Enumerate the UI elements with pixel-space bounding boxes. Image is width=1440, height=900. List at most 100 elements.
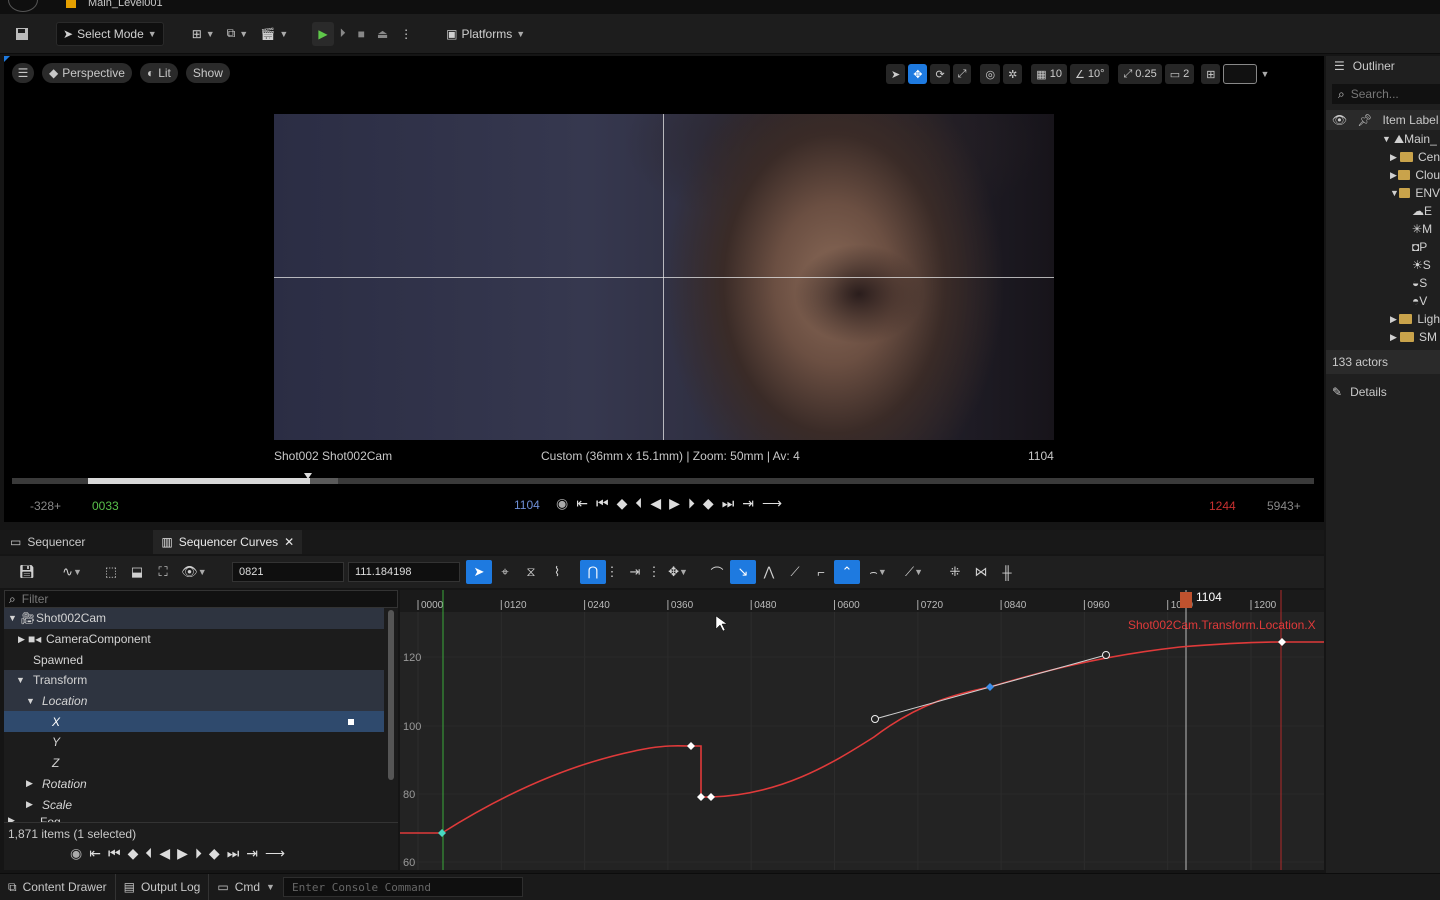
stop-button[interactable]: ■	[352, 22, 371, 46]
tangent-handle[interactable]	[1102, 651, 1110, 659]
auto-tangent-button[interactable]: ⌒	[704, 560, 730, 584]
jump-start-icon[interactable]: ⇤	[576, 495, 588, 512]
prev-key-icon[interactable]: ⏮	[596, 495, 609, 512]
user-tangent-button[interactable]: ↘	[730, 560, 756, 584]
select-mode-dropdown[interactable]: ➤ Select Mode ▼	[56, 21, 164, 46]
filter-curves-button[interactable]: ⁜	[942, 560, 968, 584]
curve-view-dropdown[interactable]: ∿ ▼	[54, 560, 90, 584]
outliner-item[interactable]: ▶ Ligh	[1326, 310, 1440, 328]
scale-tool-button[interactable]: ⤢	[952, 64, 972, 84]
tree-row-cameracomponent[interactable]: ▶ ■◂ CameraComponent	[4, 629, 384, 650]
outliner-item[interactable]: ▶ SM	[1326, 328, 1440, 346]
cinematics-button[interactable]: 🎬︎ ▼	[254, 22, 294, 46]
play-forward-icon[interactable]: ▶	[177, 845, 188, 862]
advance-frame-button[interactable]: ⏵	[334, 22, 352, 46]
playback-head[interactable]	[304, 473, 312, 479]
step-back-icon[interactable]: ⏴	[635, 495, 642, 512]
end-in-time[interactable]: 1244	[1209, 499, 1236, 513]
break-tangent-button[interactable]: ⋀	[756, 560, 782, 584]
play-forward-icon[interactable]: ▶	[669, 495, 680, 512]
snap-options-button[interactable]: ⋮	[606, 560, 619, 584]
transform-keys-button[interactable]: ⌖	[492, 560, 518, 584]
play-options-button[interactable]: ⋮	[394, 22, 418, 46]
show-button[interactable]: Show	[185, 63, 230, 83]
prev-key-diamond-icon[interactable]: ◆	[617, 495, 628, 512]
tab-sequencer-curves[interactable]: ▥ Sequencer Curves ✕	[153, 530, 303, 554]
linear-button[interactable]: ⟋	[782, 560, 808, 584]
keyframe[interactable]	[438, 829, 446, 837]
flatten-tangent-button[interactable]: ⌃	[834, 560, 860, 584]
location-x-curve[interactable]	[400, 641, 1324, 834]
record-icon[interactable]: ◉	[70, 845, 82, 862]
current-time[interactable]: 1104	[514, 498, 540, 512]
outliner-item[interactable]: ✳︎ M	[1326, 220, 1440, 238]
output-log-button[interactable]: ▤ Output Log	[116, 874, 210, 900]
tree-row-shot002cam[interactable]: ▼ 🎥︎ Shot002Cam	[4, 608, 384, 629]
scale-snap-button[interactable]: ⤢ 0.25	[1118, 64, 1162, 84]
camera-speed-button[interactable]: ▭ 2	[1164, 64, 1195, 84]
keyframe[interactable]	[1278, 638, 1286, 646]
tree-row-spawned[interactable]: Spawned	[4, 649, 384, 670]
time-snap-button[interactable]: ⇥	[622, 560, 648, 584]
jump-end-icon[interactable]: ⇥	[246, 845, 258, 862]
prev-key-icon[interactable]: ⏮	[108, 845, 121, 862]
save-curves-button[interactable]: 💾︎	[14, 560, 40, 584]
grid-snap-button[interactable]: ▦ 10	[1031, 64, 1067, 84]
perspective-button[interactable]: ◆ Perspective	[42, 63, 132, 83]
blueprint-button[interactable]: ⧉ ▼	[221, 22, 255, 46]
step-forward-icon[interactable]: ⏵	[688, 495, 695, 512]
lit-button[interactable]: ◐ Lit	[139, 63, 178, 83]
pin-icon[interactable]: 📌︎	[1357, 113, 1372, 127]
outliner-item[interactable]: ◒ S	[1326, 274, 1440, 292]
loop-icon[interactable]: ⟶	[762, 495, 782, 512]
surface-snap-button[interactable]: ✲	[1003, 64, 1023, 84]
outliner-search-input[interactable]: ⌕ Search...	[1332, 84, 1440, 104]
record-icon[interactable]: ◉	[556, 495, 568, 512]
outliner-item[interactable]: ▼ ⛰︎ Main_	[1326, 130, 1440, 148]
reduce-keys-button[interactable]: ⋈	[968, 560, 994, 584]
level-name[interactable]: Main_Level001	[88, 0, 163, 9]
tree-row-transform[interactable]: ▼ Transform	[4, 670, 384, 691]
add-actor-button[interactable]: ⊞ ▼	[186, 22, 221, 46]
value-field[interactable]: 111.184198	[348, 562, 460, 582]
outliner-item[interactable]: ☁︎ E	[1326, 202, 1440, 220]
close-icon[interactable]: ✕	[284, 535, 294, 549]
item-label-column[interactable]: Item Label	[1382, 113, 1438, 127]
viewport-layout-button[interactable]	[1223, 64, 1258, 84]
tree-row-rotation[interactable]: ▶ Rotation	[4, 774, 384, 795]
flatten-button[interactable]: ⬓	[124, 560, 150, 584]
filter-input[interactable]: ⌕ Filter	[4, 590, 398, 608]
next-key-icon[interactable]: ⏭	[227, 845, 240, 862]
save-button[interactable]	[8, 22, 36, 46]
cmd-dropdown[interactable]: ▭ Cmd ▼	[209, 874, 283, 900]
keyframe-selected[interactable]	[986, 683, 994, 691]
step-forward-icon[interactable]: ⏵	[195, 845, 202, 862]
next-key-icon[interactable]: ⏭	[722, 495, 735, 512]
step-back-icon[interactable]: ⏴	[145, 845, 152, 862]
start-in-time[interactable]: 0033	[92, 499, 119, 513]
prev-key-diamond-icon[interactable]: ◆	[128, 845, 139, 862]
jump-start-icon[interactable]: ⇤	[89, 845, 101, 862]
tab-sequencer[interactable]: ▭ Sequencer	[0, 530, 95, 554]
next-key-diamond-icon[interactable]: ◆	[703, 495, 714, 512]
eye-icon[interactable]: 👁︎	[1332, 113, 1347, 127]
translate-tool-button[interactable]: ✥	[908, 64, 928, 84]
tree-row-x[interactable]: X	[4, 711, 384, 733]
level-viewport[interactable]: ☰ ◆ Perspective ◐ Lit Show ➤ ✥ ⟳ ⤢ ◎ ✲ ▦ 10…	[4, 56, 1324, 522]
outliner-item[interactable]: ▶ Clou	[1326, 166, 1440, 184]
rotation-snap-button[interactable]: ∠ 10°	[1069, 64, 1110, 84]
viewport-menu-button[interactable]: ☰	[12, 63, 34, 83]
platforms-dropdown[interactable]: ▣ Platforms ▼	[440, 22, 531, 46]
world-local-button[interactable]: ◎	[980, 64, 1001, 84]
console-input[interactable]: Enter Console Command	[282, 877, 523, 897]
outliner-item[interactable]: ▶ Cen	[1326, 148, 1440, 166]
outliner-item[interactable]: ☀︎ S	[1326, 256, 1440, 274]
eject-button[interactable]: ⏏	[371, 22, 394, 46]
fit-view-button[interactable]: ⛶	[150, 560, 176, 584]
details-tab[interactable]: ✎ Details	[1326, 380, 1440, 404]
rotate-tool-button[interactable]: ⟳	[930, 64, 950, 84]
select-keys-button[interactable]: ➤	[466, 560, 492, 584]
constant-button[interactable]: ⌐	[808, 560, 834, 584]
loop-icon[interactable]: ⟶	[265, 845, 285, 862]
outliner-item[interactable]: ◘ P	[1326, 238, 1440, 256]
